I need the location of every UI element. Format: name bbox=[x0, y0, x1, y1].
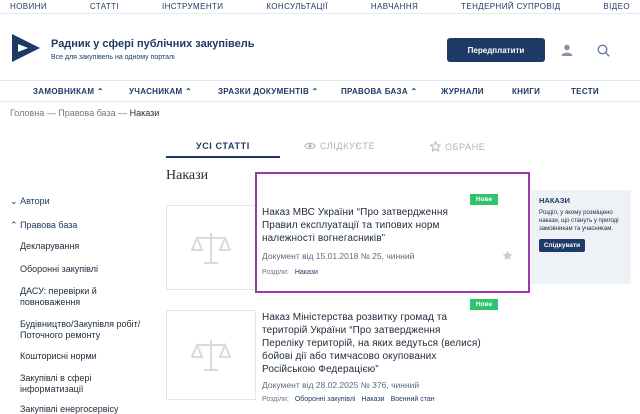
tab-following[interactable]: СЛІДКУЄТЕ bbox=[304, 141, 375, 151]
sidebar-item-declaration[interactable]: Декларування bbox=[20, 241, 79, 251]
top-link-consultations[interactable]: КОНСУЛЬТАЦІЇ bbox=[266, 2, 328, 11]
article-thumbnail[interactable] bbox=[166, 310, 256, 400]
section-link[interactable]: Оборонні закупівлі bbox=[295, 396, 356, 403]
section-link[interactable]: Накази bbox=[361, 396, 384, 403]
site-subtitle: Все для закупівель на одному порталі bbox=[51, 54, 175, 61]
search-icon bbox=[596, 43, 610, 57]
top-link-articles[interactable]: СТАТТІ bbox=[90, 2, 119, 11]
user-button[interactable] bbox=[552, 38, 582, 62]
sidebar-legal-base-label: Правова база bbox=[20, 220, 78, 230]
sidebar-authors-label: Автори bbox=[20, 196, 50, 206]
chevron-up-icon: ⌃ bbox=[10, 220, 18, 230]
breadcrumb-legal-base[interactable]: Правова база bbox=[58, 108, 115, 118]
sidebar-item-energy-service[interactable]: Закупівлі енергосервісу bbox=[20, 404, 119, 414]
nav-journals[interactable]: ЖУРНАЛИ bbox=[441, 87, 484, 96]
nav-participants[interactable]: УЧАСНИКАМ ⌃ bbox=[129, 87, 192, 96]
sidebar-authors[interactable]: ⌄ Автори bbox=[10, 196, 50, 207]
promo-text: Розділ, у якому розміщено накази, що ста… bbox=[539, 210, 619, 232]
top-link-tools[interactable]: ІНСТРУМЕНТИ bbox=[162, 2, 223, 11]
article-thumbnail[interactable] bbox=[166, 205, 256, 290]
tab-favorite[interactable]: ОБРАНЕ bbox=[430, 141, 485, 152]
article-sections: Розділи: Оборонні закупівлі Накази Воєнн… bbox=[262, 396, 532, 403]
main-nav: ЗАМОВНИКАМ ⌃ УЧАСНИКАМ ⌃ ЗРАЗКИ ДОКУМЕНТ… bbox=[0, 80, 640, 102]
scales-icon bbox=[191, 340, 231, 371]
breadcrumb: Головна — Правова база — Накази bbox=[10, 108, 159, 118]
nav-books[interactable]: КНИГИ bbox=[512, 87, 540, 96]
nav-tests[interactable]: ТЕСТИ bbox=[571, 87, 599, 96]
article-title-line: бойові дії або тимчасово окупованих bbox=[262, 351, 437, 362]
active-tab-underline bbox=[166, 156, 280, 158]
section-promo-box: НАКАЗИ Розділ, у якому розміщено накази,… bbox=[531, 190, 631, 284]
sidebar-item-it-procurement-line1[interactable]: Закупівлі в сфері bbox=[20, 373, 91, 383]
star-outline-icon bbox=[430, 141, 441, 152]
article-title-line: Переліку територій, на яких ведуться (ве… bbox=[262, 338, 481, 349]
eye-icon bbox=[304, 142, 316, 150]
article-tabs: УСІ СТАТТІ СЛІДКУЄТЕ ОБРАНЕ bbox=[166, 138, 506, 158]
nav-legal-base[interactable]: ПРАВОВА БАЗА ⌃ bbox=[341, 87, 417, 96]
article-title-line: територій України “Про затвердження bbox=[262, 325, 441, 336]
sidebar-item-cost-norms[interactable]: Кошторисні норми bbox=[20, 351, 97, 361]
tab-all-articles[interactable]: УСІ СТАТТІ bbox=[196, 141, 250, 151]
sidebar-item-construction-line1[interactable]: Будівництво/Закупівля робіт/ bbox=[20, 319, 140, 329]
user-icon bbox=[561, 44, 573, 56]
site-title[interactable]: Радник у сфері публічних закупівель bbox=[51, 38, 255, 50]
tab-following-label: СЛІДКУЄТЕ bbox=[320, 141, 376, 151]
chevron-down-icon: ⌄ bbox=[10, 196, 18, 206]
subscribe-button[interactable]: Передплатити bbox=[447, 38, 545, 62]
highlight-box bbox=[255, 172, 530, 293]
scales-icon bbox=[191, 232, 231, 264]
breadcrumb-separator: — bbox=[118, 108, 128, 118]
nav-document-samples[interactable]: ЗРАЗКИ ДОКУМЕНТІВ ⌃ bbox=[218, 87, 319, 96]
article-title-line: Наказ Міністерства розвитку громад та bbox=[262, 312, 448, 323]
tab-favorite-label: ОБРАНЕ bbox=[445, 141, 486, 152]
article-card: Наказ Міністерства розвитку громад та те… bbox=[262, 311, 532, 403]
breadcrumb-home[interactable]: Головна bbox=[10, 108, 44, 118]
breadcrumb-separator: — bbox=[46, 108, 56, 118]
top-link-tender-support[interactable]: ТЕНДЕРНИЙ СУПРОВІД bbox=[461, 2, 561, 11]
top-links-bar: НОВИНИ СТАТТІ ІНСТРУМЕНТИ КОНСУЛЬТАЦІЇ Н… bbox=[0, 0, 640, 14]
breadcrumb-current: Накази bbox=[129, 108, 160, 118]
article-title[interactable]: Наказ Міністерства розвитку громад та те… bbox=[262, 311, 532, 376]
search-button[interactable] bbox=[588, 38, 618, 62]
new-badge: Нове bbox=[470, 299, 498, 310]
article-meta: Документ від 28.02.2025 № 376, чинний bbox=[262, 380, 420, 390]
top-link-news[interactable]: НОВИНИ bbox=[10, 2, 47, 11]
sidebar-item-dasu-line1[interactable]: ДАСУ: перевірки й bbox=[20, 286, 97, 296]
top-link-video[interactable]: ВІДЕО bbox=[603, 2, 630, 11]
sidebar-item-dasu-line2[interactable]: повноваження bbox=[20, 297, 80, 307]
page-title: Накази bbox=[166, 168, 209, 183]
section-link[interactable]: Воєнний стан bbox=[391, 396, 435, 403]
follow-button[interactable]: Слідкувати bbox=[539, 239, 585, 252]
sidebar-item-it-procurement-line2[interactable]: інформатизації bbox=[20, 384, 83, 394]
site-header: Радник у сфері публічних закупівель Все … bbox=[0, 14, 640, 80]
sidebar-legal-base[interactable]: ⌃ Правова база bbox=[10, 220, 77, 231]
sidebar-item-defense-procurement[interactable]: Оборонні закупівлі bbox=[20, 264, 98, 274]
logo-icon[interactable] bbox=[10, 32, 42, 64]
promo-title: НАКАЗИ bbox=[539, 196, 570, 205]
sidebar-item-construction-line2[interactable]: Поточного ремонту bbox=[20, 330, 100, 340]
nav-customers[interactable]: ЗАМОВНИКАМ ⌃ bbox=[33, 87, 104, 96]
article-title-line: Російською Федерацією” bbox=[262, 364, 379, 375]
top-link-education[interactable]: НАВЧАННЯ bbox=[371, 2, 418, 11]
sections-label: Розділи: bbox=[262, 396, 289, 403]
